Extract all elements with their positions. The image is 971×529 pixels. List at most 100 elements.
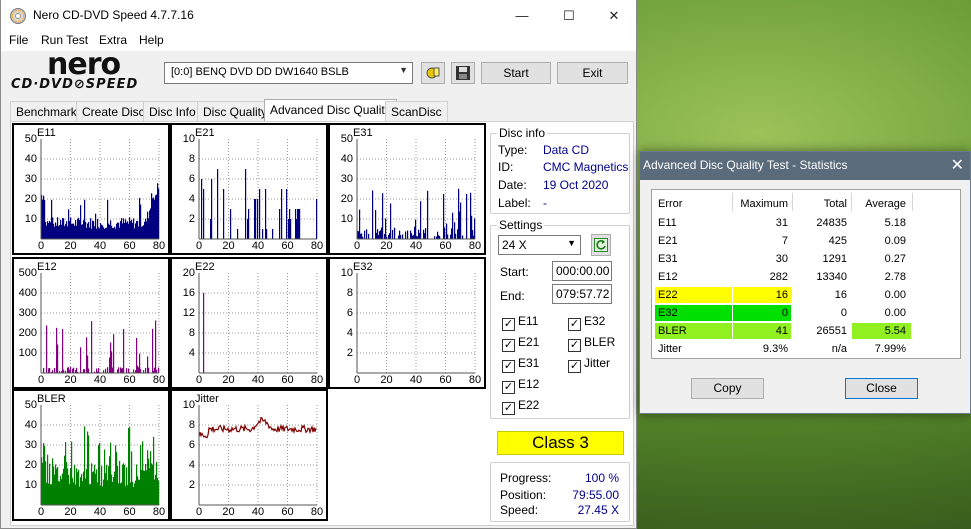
exit-button[interactable]: Exit bbox=[557, 62, 628, 84]
position-value: 79:55.00 bbox=[572, 488, 619, 502]
save-button[interactable] bbox=[451, 62, 475, 84]
cell-maximum: 30 bbox=[775, 253, 788, 265]
start-input[interactable]: 000:00.00 bbox=[552, 261, 612, 281]
graph-e21-bar bbox=[279, 209, 281, 239]
x-tick-label: 60 bbox=[123, 506, 136, 518]
menu-run-test[interactable]: Run Test bbox=[41, 33, 88, 47]
y-tick-label: 30 bbox=[340, 173, 353, 185]
check-e11-label: E11 bbox=[518, 314, 539, 328]
graph-e12-bar bbox=[155, 320, 157, 373]
graph-e21-bar bbox=[245, 169, 247, 239]
disc-id-label: ID: bbox=[498, 160, 514, 174]
x-tick-label: 80 bbox=[152, 240, 166, 252]
close-icon[interactable]: ✕ bbox=[951, 155, 964, 175]
x-tick-label: 20 bbox=[380, 240, 393, 252]
graph-e21-bar bbox=[237, 229, 239, 239]
graph-e12-bar bbox=[46, 325, 48, 373]
x-tick-label: 60 bbox=[439, 374, 452, 386]
y-tick-label: 200 bbox=[18, 327, 37, 339]
cell-average: 0.00 bbox=[884, 289, 906, 301]
menu-file[interactable]: File bbox=[9, 33, 28, 47]
check-bler-label: BLER bbox=[584, 335, 616, 349]
graph-e12-bar bbox=[113, 334, 115, 373]
tab-benchmark[interactable]: Benchmark bbox=[10, 101, 83, 121]
speed-select[interactable]: 24 X ▼ bbox=[498, 235, 581, 255]
drive-info-button[interactable] bbox=[421, 62, 445, 84]
graph-e12-bar bbox=[62, 329, 64, 373]
graph-e21-bar bbox=[290, 219, 292, 239]
maximize-icon[interactable]: ☐ bbox=[546, 0, 592, 31]
tab-disc-quality[interactable]: Disc Quality bbox=[197, 101, 274, 121]
x-tick-label: 0 bbox=[195, 506, 203, 518]
graph-e31-bar bbox=[466, 194, 468, 239]
check-e11[interactable]: ✓ E11 bbox=[502, 314, 538, 331]
drive-select[interactable]: [0:0] BENQ DVD DD DW1640 BSLB ▼ bbox=[164, 62, 413, 84]
cell-average: 7.99% bbox=[874, 343, 906, 355]
floppy-icon bbox=[456, 66, 470, 80]
y-tick-label: 20 bbox=[24, 193, 37, 205]
graph-e21-bar bbox=[272, 229, 274, 239]
check-e22[interactable]: ✓ E22 bbox=[502, 398, 539, 415]
y-tick-label: 20 bbox=[340, 193, 353, 205]
cell-maximum: 9.3% bbox=[762, 343, 788, 355]
minimize-icon[interactable]: — bbox=[499, 0, 545, 31]
y-tick-label: 30 bbox=[24, 173, 37, 185]
x-tick-label: 40 bbox=[93, 240, 107, 252]
x-tick-label: 60 bbox=[281, 240, 294, 252]
cell-average: 0.00 bbox=[884, 307, 906, 319]
x-tick-label: 80 bbox=[310, 374, 324, 386]
check-bler[interactable]: ✓ BLER bbox=[568, 335, 615, 352]
menu-help[interactable]: Help bbox=[139, 33, 164, 47]
graph-e21-bar bbox=[266, 229, 268, 239]
menu-extra[interactable]: Extra bbox=[99, 33, 127, 47]
start-button[interactable]: Start bbox=[481, 62, 551, 84]
graph-e12-bar bbox=[152, 328, 154, 373]
check-e21[interactable]: ✓ E21 bbox=[502, 335, 539, 352]
y-tick-label: 4 bbox=[346, 327, 353, 339]
copy-button[interactable]: Copy bbox=[691, 378, 764, 399]
graph-e21-bar bbox=[255, 199, 257, 239]
cell-error: BLER bbox=[658, 325, 687, 337]
graph-e12-bar bbox=[98, 368, 100, 373]
checkbox-icon: ✓ bbox=[502, 381, 515, 394]
disc-type-value: Data CD bbox=[543, 143, 590, 157]
tab-create-disc[interactable]: Create Disc bbox=[76, 101, 151, 121]
refresh-speed-button[interactable] bbox=[591, 234, 611, 256]
graph-e31-bar bbox=[385, 218, 387, 239]
x-tick-label: 0 bbox=[195, 374, 203, 386]
cell-average: 2.78 bbox=[884, 271, 906, 283]
x-tick-label: 80 bbox=[468, 240, 482, 252]
title-bar[interactable]: Nero CD-DVD Speed 4.7.7.16 — ☐ ✕ bbox=[1, 0, 636, 31]
x-tick-label: 20 bbox=[64, 506, 77, 518]
refresh-icon bbox=[594, 238, 608, 252]
chevron-down-icon: ▼ bbox=[399, 65, 408, 75]
cell-error: E22 bbox=[658, 289, 678, 301]
disc-label-value: - bbox=[543, 196, 547, 210]
graph-e12-bar bbox=[105, 368, 107, 373]
tab-scandisc[interactable]: ScanDisc bbox=[385, 101, 448, 121]
close-button[interactable]: Close bbox=[845, 378, 918, 399]
graph-e11-plot bbox=[40, 139, 160, 240]
check-e12[interactable]: ✓ E12 bbox=[502, 377, 539, 394]
end-input[interactable]: 079:57.72 bbox=[552, 284, 612, 304]
x-tick-label: 40 bbox=[409, 240, 423, 252]
check-e31[interactable]: ✓ E31 bbox=[502, 356, 539, 373]
statistics-title-bar[interactable]: Advanced Disc Quality Test - Statistics … bbox=[640, 152, 970, 180]
graph-e22: E22 20 16 12 8 4 0 20 40 60 80 bbox=[170, 257, 328, 389]
x-tick-label: 20 bbox=[222, 374, 235, 386]
graph-e12-bar bbox=[70, 367, 72, 373]
checkbox-icon: ✓ bbox=[502, 339, 515, 352]
x-tick-label: 20 bbox=[222, 506, 235, 518]
close-icon[interactable]: ✕ bbox=[591, 0, 636, 31]
graph-e21-title: E21 bbox=[195, 127, 215, 139]
class-result-badge: Class 3 bbox=[497, 431, 624, 455]
graph-e12-bar bbox=[126, 368, 128, 373]
check-jitter[interactable]: ✓ Jitter bbox=[568, 356, 610, 373]
check-e32[interactable]: ✓ E32 bbox=[568, 314, 605, 331]
cell-maximum: 41 bbox=[775, 325, 788, 337]
graph-e31-bar bbox=[462, 235, 464, 239]
cell-error: E32 bbox=[658, 307, 678, 319]
tab-advanced-disc-quality[interactable]: Advanced Disc Quality bbox=[264, 99, 397, 122]
check-e32-label: E32 bbox=[584, 314, 606, 328]
tab-disc-info[interactable]: Disc Info bbox=[143, 101, 202, 121]
